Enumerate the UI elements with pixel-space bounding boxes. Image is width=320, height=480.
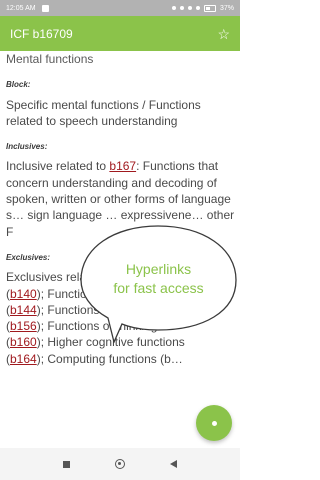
floating-action-button[interactable] <box>196 405 232 441</box>
hyperlinks-callout: Hyperlinks for fast access <box>78 218 239 343</box>
block-text: Specific mental functions / Functions re… <box>6 97 201 128</box>
star-icon[interactable]: ☆ <box>217 27 230 41</box>
callout-line-2: for fast access <box>113 280 204 296</box>
block-label: Block: <box>6 80 31 90</box>
battery-percentage: 37% <box>219 4 234 12</box>
wifi-icon <box>195 6 200 10</box>
link-b164[interactable]: b164 <box>10 352 37 366</box>
inclusives-label: Inclusives: <box>6 142 48 152</box>
moon-icon <box>179 6 184 10</box>
back-icon[interactable] <box>170 460 178 468</box>
airplane-icon <box>187 6 192 10</box>
link-b140[interactable]: b140 <box>10 287 37 301</box>
callout-line-1: Hyperlinks <box>125 261 192 277</box>
home-icon[interactable] <box>114 459 125 469</box>
system-nav-bar <box>0 448 240 480</box>
link-b144[interactable]: b144 <box>10 303 37 317</box>
app-bar: ICF b16709 ☆ <box>0 16 240 51</box>
section-heading: Mental functions <box>6 52 94 66</box>
page-title: ICF b16709 <box>10 26 73 41</box>
status-bar: 12:05 AM 37% <box>0 0 240 16</box>
list-item: (b164); Computing functions (b… <box>6 351 183 366</box>
dot-icon <box>211 420 217 426</box>
notification-icon <box>41 4 49 12</box>
alarm-icon <box>171 6 176 10</box>
status-time: 12:05 AM <box>6 4 36 12</box>
link-b156[interactable]: b156 <box>10 319 37 333</box>
link-b160[interactable]: b160 <box>10 335 37 349</box>
inclusives-prefix: Inclusive related to <box>6 159 110 174</box>
battery-icon <box>203 4 216 12</box>
ref-label: ); Computing functions (b… <box>36 351 183 366</box>
callout-text: Hyperlinks for fast access <box>78 260 239 298</box>
link-b167[interactable]: b167 <box>109 159 136 173</box>
recents-icon[interactable] <box>62 460 70 468</box>
